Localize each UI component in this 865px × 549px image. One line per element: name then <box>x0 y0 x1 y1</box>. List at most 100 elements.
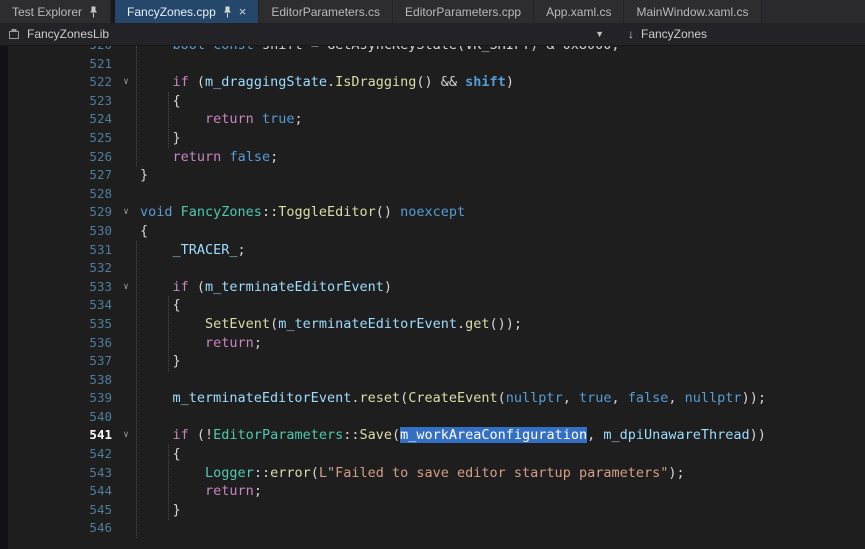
code-line-526[interactable]: 526 return false; <box>8 148 865 167</box>
code-line-529[interactable]: 529∨void FancyZones::ToggleEditor() noex… <box>8 203 865 222</box>
code-line-532[interactable]: 532 <box>8 259 865 278</box>
project-name: FancyZonesLib <box>27 27 109 41</box>
fold-margin <box>118 259 134 278</box>
fold-chevron-icon[interactable]: ∨ <box>118 426 134 445</box>
tab-FancyZones.cpp[interactable]: FancyZones.cpp × <box>115 0 259 23</box>
code-text: SetEvent(m_terminateEditorEvent.get()); <box>134 315 522 334</box>
line-number[interactable]: 526 <box>8 148 118 167</box>
line-number[interactable]: 521 <box>8 55 118 74</box>
pin-icon[interactable] <box>89 6 98 18</box>
line-number[interactable]: 530 <box>8 222 118 241</box>
line-number[interactable]: 538 <box>8 371 118 390</box>
line-number[interactable]: 525 <box>8 129 118 148</box>
line-number[interactable]: 529 <box>8 203 118 222</box>
fold-margin <box>118 148 134 167</box>
line-number[interactable]: 537 <box>8 352 118 371</box>
code-lines: 520 bool const shift = GetAsyncKeyState(… <box>8 46 865 538</box>
code-line-538[interactable]: 538 <box>8 371 865 390</box>
line-number[interactable]: 533 <box>8 278 118 297</box>
fold-chevron-icon[interactable]: ∨ <box>118 73 134 92</box>
code-line-523[interactable]: 523 { <box>8 92 865 111</box>
code-line-541[interactable]: 541∨ if (!EditorParameters::Save(m_workA… <box>8 426 865 445</box>
code-line-539[interactable]: 539 m_terminateEditorEvent.reset(CreateE… <box>8 389 865 408</box>
chevron-down-icon[interactable]: ▼ <box>595 29 604 39</box>
down-arrow-icon: ↓ <box>628 27 634 41</box>
code-line-520[interactable]: 520 bool const shift = GetAsyncKeyState(… <box>8 46 865 55</box>
code-line-537[interactable]: 537 } <box>8 352 865 371</box>
code-line-522[interactable]: 522∨ if (m_draggingState.IsDragging() &&… <box>8 73 865 92</box>
code-line-528[interactable]: 528 <box>8 185 865 204</box>
line-number[interactable]: 535 <box>8 315 118 334</box>
code-line-534[interactable]: 534 { <box>8 296 865 315</box>
line-number[interactable]: 540 <box>8 408 118 427</box>
tab-label: EditorParameters.cs <box>271 5 380 19</box>
member-dropdown[interactable]: ↓ FancyZones <box>612 23 707 45</box>
code-text <box>134 371 140 390</box>
code-text: return; <box>134 334 262 353</box>
fold-margin <box>118 464 134 483</box>
code-text: m_terminateEditorEvent.reset(CreateEvent… <box>134 389 766 408</box>
line-number[interactable]: 531 <box>8 241 118 260</box>
tab-test-explorer[interactable]: Test Explorer <box>0 0 111 23</box>
code-text: _TRACER_; <box>134 241 246 260</box>
project-dropdown[interactable]: FancyZonesLib ▼ <box>0 23 612 45</box>
code-line-527[interactable]: 527} <box>8 166 865 185</box>
code-line-540[interactable]: 540 <box>8 408 865 427</box>
tab-MainWindow.xaml.cs[interactable]: MainWindow.xaml.cs <box>624 0 761 23</box>
code-line-531[interactable]: 531 _TRACER_; <box>8 241 865 260</box>
tab-App.xaml.cs[interactable]: App.xaml.cs <box>534 0 624 23</box>
line-number[interactable]: 539 <box>8 389 118 408</box>
tab-label: FancyZones.cpp <box>127 5 216 19</box>
line-number[interactable]: 546 <box>8 519 118 538</box>
line-number[interactable]: 527 <box>8 166 118 185</box>
code-area[interactable]: 520 bool const shift = GetAsyncKeyState(… <box>8 46 865 549</box>
code-line-533[interactable]: 533∨ if (m_terminateEditorEvent) <box>8 278 865 297</box>
fold-chevron-icon[interactable]: ∨ <box>118 203 134 222</box>
fold-margin <box>118 241 134 260</box>
code-line-535[interactable]: 535 SetEvent(m_terminateEditorEvent.get(… <box>8 315 865 334</box>
line-number[interactable]: 534 <box>8 296 118 315</box>
line-number[interactable]: 542 <box>8 445 118 464</box>
document-tabs: FancyZones.cpp × EditorParameters.cs Editor… <box>115 0 761 23</box>
tab-EditorParameters.cs[interactable]: EditorParameters.cs <box>259 0 393 23</box>
code-text: Logger::error(L"Failed to save editor st… <box>134 464 685 483</box>
line-number[interactable]: 528 <box>8 185 118 204</box>
line-number[interactable]: 545 <box>8 501 118 520</box>
code-line-525[interactable]: 525 } <box>8 129 865 148</box>
fold-margin <box>118 482 134 501</box>
code-line-524[interactable]: 524 return true; <box>8 110 865 129</box>
line-number[interactable]: 543 <box>8 464 118 483</box>
pin-icon[interactable] <box>223 6 232 18</box>
fold-margin <box>118 389 134 408</box>
line-number[interactable]: 523 <box>8 92 118 111</box>
line-number[interactable]: 541 <box>8 426 118 445</box>
fold-margin <box>118 110 134 129</box>
selected-token[interactable]: m_workAreaConfiguration <box>400 427 587 443</box>
tab-EditorParameters.cpp[interactable]: EditorParameters.cpp <box>393 0 534 23</box>
line-number[interactable]: 536 <box>8 334 118 353</box>
fold-margin <box>118 166 134 185</box>
line-number[interactable]: 524 <box>8 110 118 129</box>
line-number[interactable]: 522 <box>8 73 118 92</box>
member-name: FancyZones <box>641 27 707 41</box>
code-text: return true; <box>134 110 303 129</box>
close-icon[interactable]: × <box>239 5 247 18</box>
fold-margin <box>118 296 134 315</box>
line-number[interactable]: 544 <box>8 482 118 501</box>
line-number[interactable]: 532 <box>8 259 118 278</box>
code-text <box>134 259 140 278</box>
code-text: } <box>134 129 181 148</box>
code-text: if (m_draggingState.IsDragging() && shif… <box>134 73 514 92</box>
code-text: { <box>134 92 181 111</box>
code-line-546[interactable]: 546 <box>8 519 865 538</box>
code-line-536[interactable]: 536 return; <box>8 334 865 353</box>
code-line-543[interactable]: 543 Logger::error(L"Failed to save edito… <box>8 464 865 483</box>
fold-chevron-icon[interactable]: ∨ <box>118 278 134 297</box>
code-line-544[interactable]: 544 return; <box>8 482 865 501</box>
code-line-542[interactable]: 542 { <box>8 445 865 464</box>
code-line-521[interactable]: 521 <box>8 55 865 74</box>
code-text: } <box>134 166 148 185</box>
line-number[interactable]: 520 <box>8 46 118 55</box>
code-line-530[interactable]: 530{ <box>8 222 865 241</box>
code-line-545[interactable]: 545 } <box>8 501 865 520</box>
